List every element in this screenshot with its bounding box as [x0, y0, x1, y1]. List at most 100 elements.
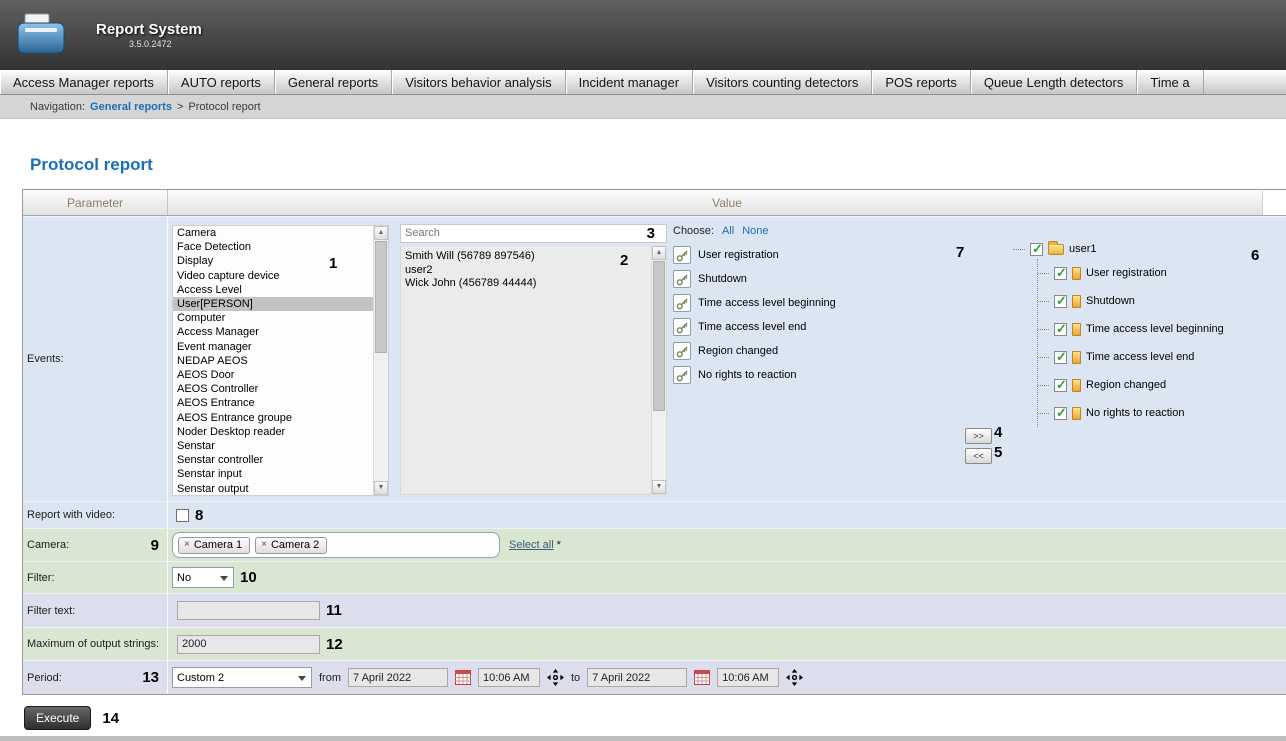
event-type-option[interactable]: AEOS Door	[173, 368, 373, 382]
event-type-option[interactable]: Display	[173, 254, 373, 268]
tree-child-row[interactable]: Region changed	[1038, 371, 1224, 399]
from-date-input[interactable]	[348, 668, 448, 687]
scroll-corner	[1262, 191, 1286, 215]
event-type-option[interactable]: AEOS Controller	[173, 382, 373, 396]
event-type-list[interactable]: ▲ ▼ Camera Face Detection Display Video …	[172, 225, 389, 496]
from-time-input[interactable]	[478, 668, 540, 687]
key-icon	[673, 246, 691, 264]
event-type-option[interactable]: NEDAP AEOS	[173, 354, 373, 368]
object-option[interactable]: user2	[405, 264, 650, 278]
object-option[interactable]: Smith Will (56789 897546)	[405, 250, 650, 264]
available-event-item[interactable]: Region changed	[673, 339, 836, 363]
scroll-down-icon[interactable]: ▼	[374, 481, 388, 495]
available-event-item[interactable]: Shutdown	[673, 267, 836, 291]
available-event-item[interactable]: Time access level end	[673, 315, 836, 339]
tree-child-checkbox[interactable]	[1054, 295, 1067, 308]
object-list-scrollbar[interactable]: ▲ ▼	[651, 246, 666, 494]
remove-tag-icon[interactable]: ×	[261, 539, 267, 550]
event-type-option[interactable]: Access Level	[173, 283, 373, 297]
event-type-option[interactable]: Senstar controller	[173, 453, 373, 467]
event-type-option[interactable]: Event manager	[173, 340, 373, 354]
menu-tab[interactable]: Visitors counting detectors	[693, 70, 872, 94]
max-strings-input[interactable]	[177, 635, 320, 654]
remove-tag-icon[interactable]: ×	[184, 539, 190, 550]
event-page-icon	[1072, 407, 1081, 420]
key-icon	[673, 342, 691, 360]
breadcrumb-link-general-reports[interactable]: General reports	[90, 101, 172, 113]
event-type-option[interactable]: Camera	[173, 226, 373, 240]
menu-tab[interactable]: Time a	[1137, 70, 1203, 94]
tree-child-row[interactable]: User registration	[1038, 259, 1224, 287]
tree-child-row[interactable]: Time access level beginning	[1038, 315, 1224, 343]
menu-tab[interactable]: Access Manager reports	[0, 70, 168, 94]
execute-button[interactable]: Execute	[24, 706, 91, 730]
event-type-option[interactable]: AEOS Entrance groupe	[173, 411, 373, 425]
scroll-down-icon[interactable]: ▼	[652, 480, 666, 494]
event-type-option[interactable]: Senstar	[173, 439, 373, 453]
to-time-input[interactable]	[717, 668, 779, 687]
search-input[interactable]	[400, 224, 667, 243]
filter-text-label: Filter text:	[23, 594, 168, 627]
event-type-option[interactable]: Video capture device	[173, 269, 373, 283]
from-calendar-icon[interactable]	[455, 670, 471, 685]
tree-child-checkbox[interactable]	[1054, 407, 1067, 420]
menu-tab[interactable]: Visitors behavior analysis	[392, 70, 565, 94]
choose-none-link[interactable]: None	[742, 225, 768, 237]
event-type-scrollbar[interactable]: ▲ ▼	[373, 226, 388, 495]
key-icon	[673, 270, 691, 288]
breadcrumb-current: Protocol report	[188, 101, 260, 113]
object-option[interactable]: Wick John (456789 44444)	[405, 277, 650, 291]
camera-tag[interactable]: × Camera 2	[255, 537, 327, 554]
camera-tag[interactable]: × Camera 1	[178, 537, 250, 554]
from-time-crosshair-icon[interactable]	[547, 669, 564, 686]
select-all-link[interactable]: Select all	[509, 539, 554, 551]
callout-6: 6	[1251, 247, 1259, 264]
tree-child-checkbox[interactable]	[1054, 323, 1067, 336]
to-date-input[interactable]	[587, 668, 687, 687]
object-list[interactable]: ▲ ▼ Smith Will (56789 897546) user2 Wick…	[400, 246, 667, 495]
event-type-option[interactable]: Face Detection	[173, 240, 373, 254]
choose-row: Choose: All None	[673, 225, 769, 237]
menu-tab[interactable]: POS reports	[872, 70, 971, 94]
menu-tab[interactable]: General reports	[275, 70, 392, 94]
max-strings-label: Maximum of output strings:	[23, 628, 168, 660]
event-type-option[interactable]: Senstar input	[173, 467, 373, 481]
tree-child-row[interactable]: No rights to reaction	[1038, 399, 1224, 427]
choose-all-link[interactable]: All	[722, 225, 734, 237]
filter-text-input[interactable]	[177, 601, 320, 620]
event-type-option[interactable]: Senstar output	[173, 482, 373, 496]
menu-tab[interactable]: AUTO reports	[168, 70, 275, 94]
event-type-option[interactable]: Computer	[173, 311, 373, 325]
event-type-option[interactable]: AEOS Entrance	[173, 396, 373, 410]
tree-child-row[interactable]: Time access level end	[1038, 343, 1224, 371]
camera-tag-input[interactable]: × Camera 1 × Camera 2	[172, 532, 500, 558]
tree-child-checkbox[interactable]	[1054, 267, 1067, 280]
tree-child-row[interactable]: Shutdown	[1038, 287, 1224, 315]
event-type-option[interactable]: Access Manager	[173, 325, 373, 339]
scroll-up-icon[interactable]: ▲	[652, 246, 666, 260]
available-event-item[interactable]: Time access level beginning	[673, 291, 836, 315]
to-time-crosshair-icon[interactable]	[786, 669, 803, 686]
tree-root-checkbox[interactable]	[1030, 243, 1043, 256]
max-strings-value: 12	[168, 628, 1286, 660]
to-calendar-icon[interactable]	[694, 670, 710, 685]
move-left-button[interactable]: <<	[965, 448, 992, 464]
available-event-item[interactable]: No rights to reaction	[673, 363, 836, 387]
move-right-button[interactable]: >>	[965, 428, 992, 444]
scroll-thumb[interactable]	[375, 241, 387, 353]
available-event-item[interactable]: User registration	[673, 243, 836, 267]
period-preset-select[interactable]: Custom 2	[172, 667, 312, 688]
filter-select[interactable]: No	[172, 567, 234, 588]
tree-child-checkbox[interactable]	[1054, 379, 1067, 392]
tree-child-label: Time access level beginning	[1086, 323, 1224, 335]
scroll-thumb[interactable]	[653, 261, 665, 411]
callout-13: 13	[142, 669, 159, 686]
menu-tab[interactable]: Incident manager	[566, 70, 693, 94]
report-with-video-checkbox[interactable]	[176, 509, 189, 522]
tree-root-row[interactable]: user1	[1013, 239, 1224, 259]
scroll-up-icon[interactable]: ▲	[374, 226, 388, 240]
tree-child-checkbox[interactable]	[1054, 351, 1067, 364]
menu-tab[interactable]: Queue Length detectors	[971, 70, 1138, 94]
event-type-option[interactable]: User[PERSON]	[173, 297, 373, 311]
event-type-option[interactable]: Noder Desktop reader	[173, 425, 373, 439]
